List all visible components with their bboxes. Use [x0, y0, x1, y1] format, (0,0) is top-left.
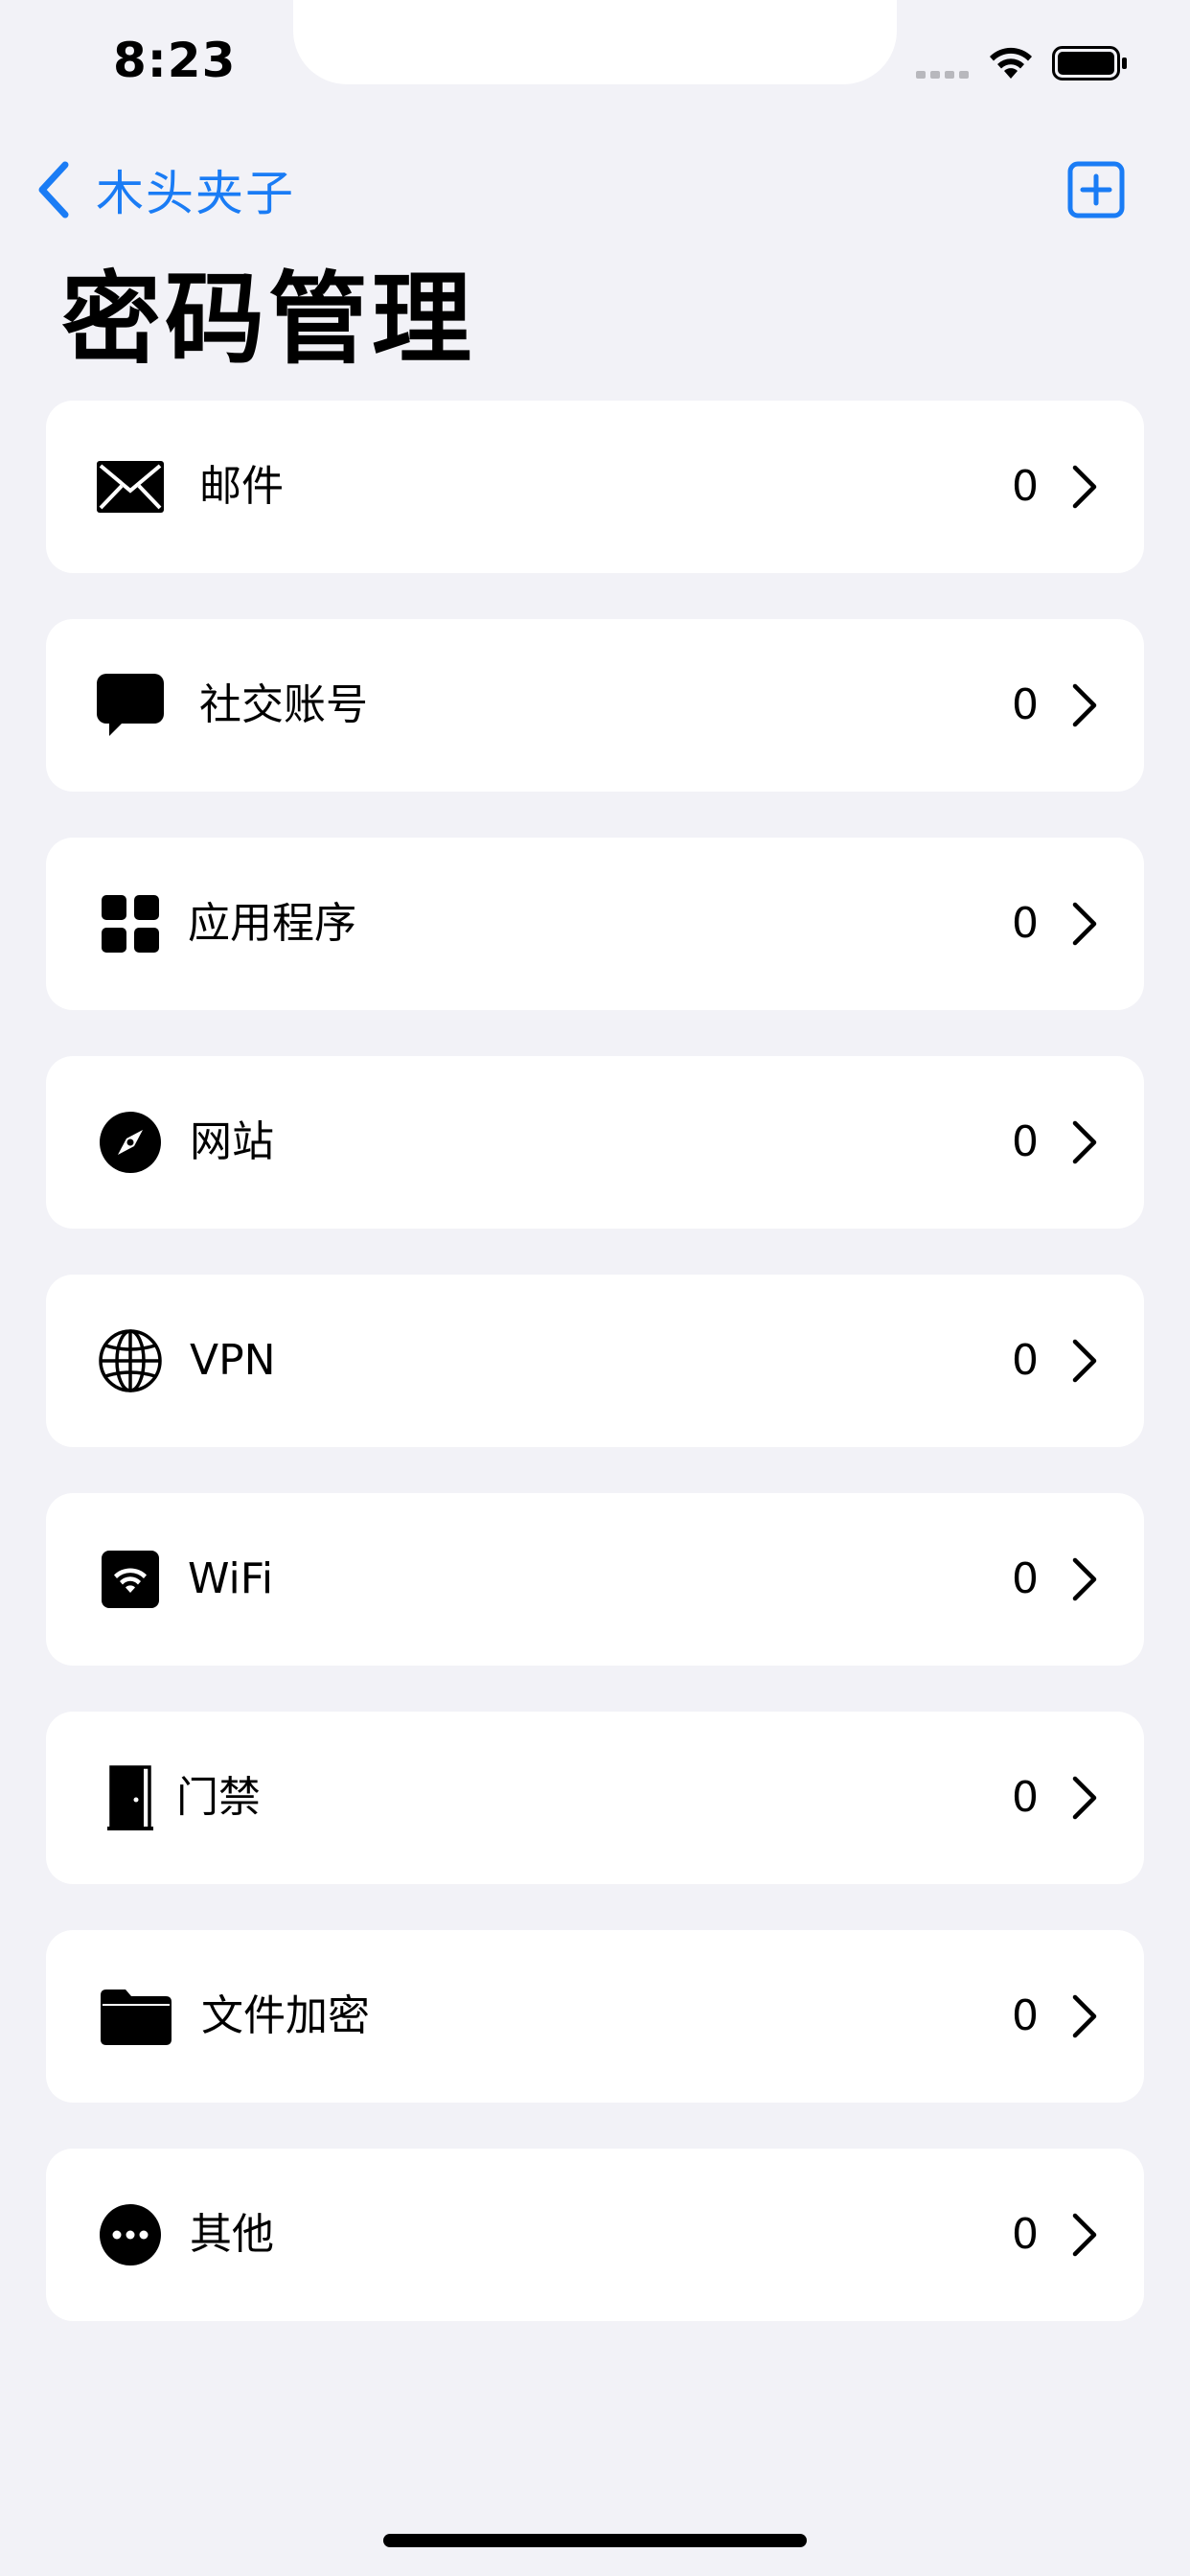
category-row-mail[interactable]: 邮件 0 [46, 401, 1144, 573]
category-row-door-access[interactable]: 门禁 0 [46, 1712, 1144, 1884]
category-count: 0 [1012, 1991, 1039, 2040]
chat-bubble-icon [96, 671, 165, 740]
home-indicator[interactable] [383, 2534, 807, 2547]
category-count: 0 [1012, 1554, 1039, 1603]
wifi-status-icon [990, 47, 1032, 79]
compass-icon [96, 1108, 165, 1177]
battery-icon [1052, 46, 1127, 80]
category-count: 0 [1012, 1117, 1039, 1166]
category-label: 其他 [190, 2210, 274, 2259]
category-count: 0 [1012, 899, 1039, 948]
category-row-vpn[interactable]: VPN 0 [46, 1275, 1144, 1447]
chevron-right-icon [1072, 1339, 1097, 1383]
category-count: 0 [1012, 1336, 1039, 1385]
chevron-left-icon [38, 161, 69, 218]
ellipsis-circle-icon [96, 2200, 165, 2269]
wifi-square-icon [96, 1545, 165, 1614]
category-row-file-encryption[interactable]: 文件加密 0 [46, 1930, 1144, 2103]
cellular-signal-icon [916, 71, 969, 79]
chevron-right-icon [1072, 683, 1097, 727]
chevron-right-icon [1072, 1557, 1097, 1601]
category-row-social[interactable]: 社交账号 0 [46, 619, 1144, 792]
envelope-icon [96, 452, 165, 521]
chevron-right-icon [1072, 1120, 1097, 1164]
add-button[interactable] [1067, 161, 1125, 218]
category-label: 文件加密 [201, 1991, 370, 2040]
category-label: WiFi [188, 1554, 274, 1603]
category-label: 网站 [190, 1117, 274, 1166]
category-label: VPN [190, 1336, 276, 1385]
folder-icon [100, 1982, 172, 2051]
category-count: 0 [1012, 2210, 1039, 2259]
chevron-right-icon [1072, 2213, 1097, 2257]
category-count: 0 [1012, 462, 1039, 511]
back-button[interactable]: 木头夹子 [34, 153, 295, 226]
category-count: 0 [1012, 680, 1039, 729]
chevron-right-icon [1072, 1994, 1097, 2038]
category-label: 社交账号 [199, 680, 368, 729]
category-count: 0 [1012, 1773, 1039, 1822]
category-label: 邮件 [199, 462, 284, 511]
category-label: 应用程序 [188, 899, 356, 948]
chevron-right-icon [1072, 902, 1097, 946]
chevron-right-icon [1072, 465, 1097, 509]
status-time: 8:23 [113, 33, 237, 88]
back-button-label: 木头夹子 [96, 166, 295, 221]
app-grid-icon [96, 889, 165, 958]
notch [293, 0, 897, 84]
status-bar: 8:23 [0, 0, 1190, 134]
category-row-wifi[interactable]: WiFi 0 [46, 1493, 1144, 1666]
page-title: 密码管理 [61, 261, 476, 378]
category-row-website[interactable]: 网站 0 [46, 1056, 1144, 1229]
category-row-apps[interactable]: 应用程序 0 [46, 838, 1144, 1010]
category-label: 门禁 [176, 1773, 261, 1822]
chevron-right-icon [1072, 1776, 1097, 1820]
globe-icon [96, 1326, 165, 1395]
category-row-other[interactable]: 其他 0 [46, 2149, 1144, 2321]
door-icon [96, 1763, 165, 1832]
screen: 8:23 木头夹子 密码管理 邮件 0 社交账号 0 应用程序 0 网站 0 V… [0, 0, 1190, 2576]
